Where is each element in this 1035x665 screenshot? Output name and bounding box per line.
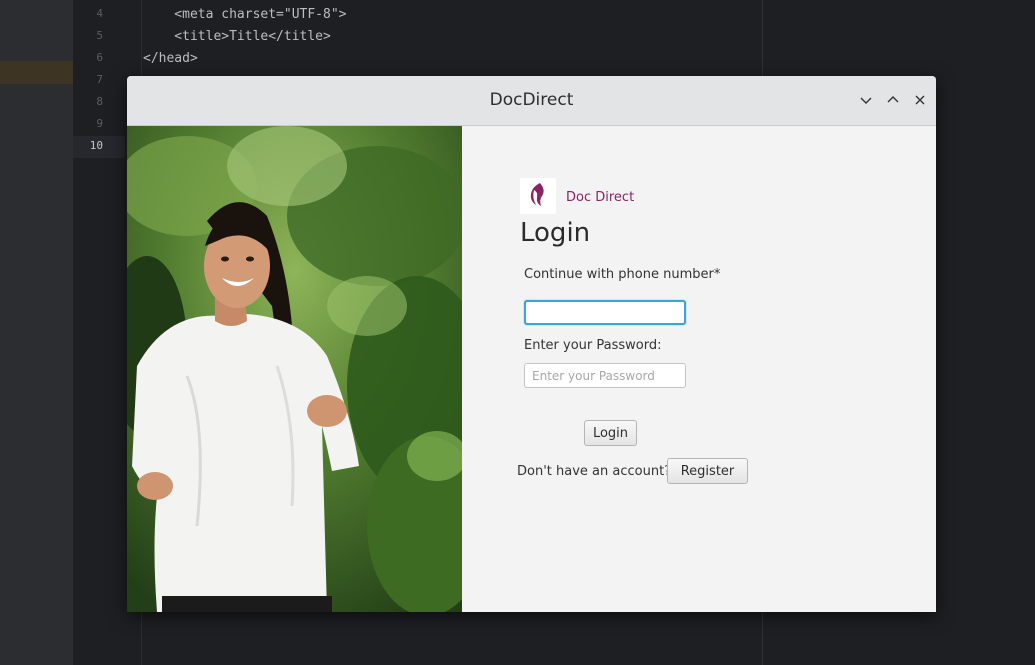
line-number: 9 xyxy=(96,117,103,130)
line-number: 8 xyxy=(96,95,103,108)
ide-project-panel xyxy=(0,0,73,665)
line-number: 6 xyxy=(96,51,103,64)
phone-label: Continue with phone number* xyxy=(524,267,721,282)
close-button[interactable] xyxy=(912,92,928,108)
hero-photo xyxy=(127,126,462,612)
password-label: Enter your Password: xyxy=(524,338,662,353)
login-button[interactable]: Login xyxy=(584,420,637,446)
register-prompt: Don't have an account? xyxy=(517,464,672,479)
login-heading: Login xyxy=(520,218,591,248)
window-titlebar[interactable]: DocDirect xyxy=(127,76,936,126)
chevron-up-icon xyxy=(887,96,899,103)
code-line[interactable]: </head> xyxy=(143,48,198,70)
leaf-logo-icon xyxy=(530,183,544,206)
register-button[interactable]: Register xyxy=(667,458,748,484)
close-icon xyxy=(915,95,925,105)
code-line[interactable]: <title>Title</title> xyxy=(143,26,331,48)
brand-name: Doc Direct xyxy=(566,190,635,205)
line-number: 7 xyxy=(96,73,103,86)
phone-input[interactable] xyxy=(524,300,686,325)
doc-direct-logo xyxy=(520,178,556,214)
docdirect-window: DocDirect Doc Direct Login Continue with… xyxy=(127,76,936,612)
maximize-button[interactable] xyxy=(885,92,901,108)
password-input[interactable] xyxy=(524,363,686,388)
line-number: 5 xyxy=(96,29,103,42)
line-number: 4 xyxy=(96,7,103,20)
minimize-button[interactable] xyxy=(858,92,874,108)
window-title: DocDirect xyxy=(489,90,574,110)
ide-selected-row xyxy=(0,61,73,84)
line-number-active: 10 xyxy=(89,139,103,152)
code-line[interactable]: <meta charset="UTF-8"> xyxy=(143,4,346,26)
chevron-down-icon xyxy=(860,97,872,104)
login-form-panel: Doc Direct Login Continue with phone num… xyxy=(462,126,936,612)
